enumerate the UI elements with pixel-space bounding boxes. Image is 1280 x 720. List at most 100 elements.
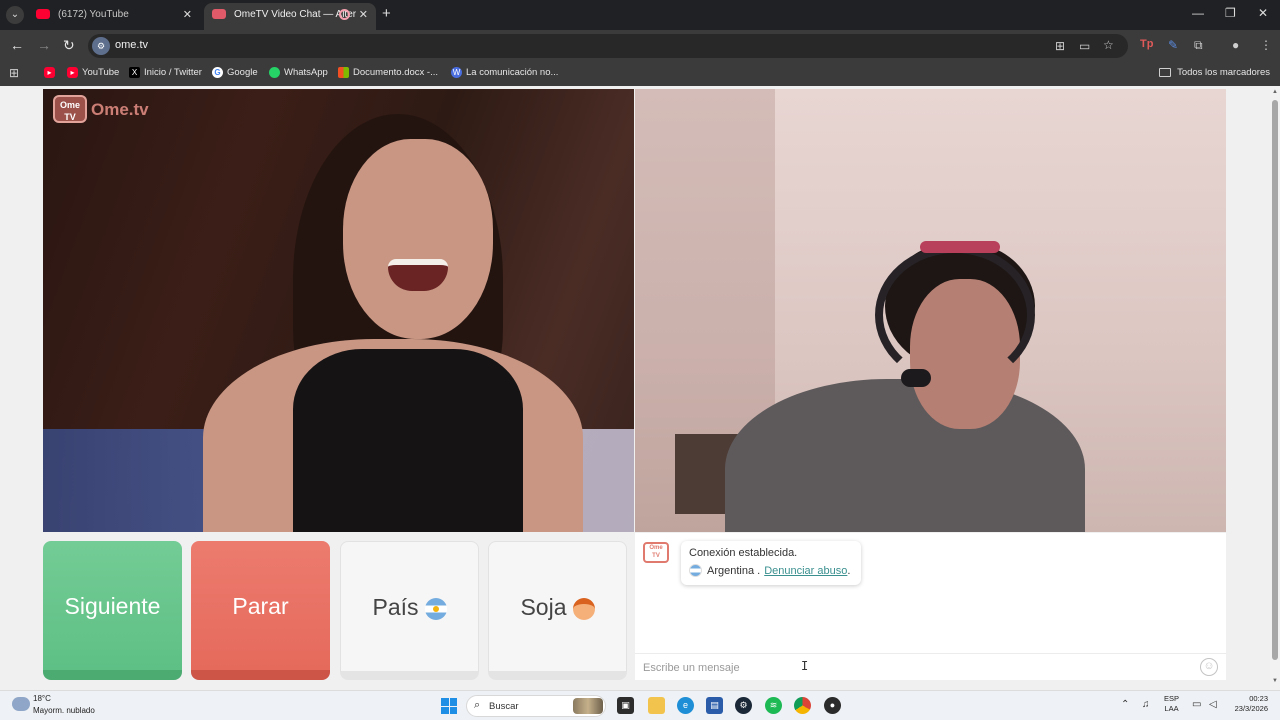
next-button[interactable]: Siguiente xyxy=(43,541,182,680)
tray-overflow-icon[interactable]: ⌃ xyxy=(1121,699,1129,710)
close-tab-icon[interactable]: ✕ xyxy=(183,3,192,27)
argentina-flag-icon xyxy=(424,597,447,620)
spotify-icon[interactable]: ≋ xyxy=(765,697,782,714)
chrome-icon[interactable] xyxy=(794,697,811,714)
windows-start-icon[interactable] xyxy=(441,698,457,714)
report-abuse-link[interactable]: Denunciar abuso xyxy=(764,565,847,577)
taskbar-search[interactable]: ⌕ Buscar xyxy=(466,695,606,717)
emoji-icon[interactable]: ☺ xyxy=(1200,658,1218,676)
tab-youtube[interactable]: (6172) YouTube ✕ xyxy=(28,3,200,30)
logo-text: Ome.tv xyxy=(91,100,149,119)
volume-icon[interactable]: ◁ xyxy=(1209,699,1217,710)
bookmark-comunicacion[interactable]: W La comunicación no... xyxy=(451,67,558,78)
browser-tab-bar: ⌄ (6172) YouTube ✕ OmeTV Video Chat — Al… xyxy=(0,0,1280,30)
stranger-country: Argentina . xyxy=(707,564,761,577)
office-icon xyxy=(338,67,349,78)
new-tab-button[interactable]: + xyxy=(382,5,391,22)
youtube-icon: ▸ xyxy=(44,67,55,78)
bookmark-document[interactable]: Documento.docx -... xyxy=(338,67,438,78)
apps-grid-icon[interactable]: ⊞ xyxy=(9,66,19,80)
cast-icon[interactable]: ▭ xyxy=(1079,39,1090,53)
tab-title: OmeTV Video Chat — Alter xyxy=(234,9,357,20)
stranger-dress xyxy=(293,349,523,532)
whatsapp-icon xyxy=(269,67,280,78)
network-icon[interactable]: ▭ xyxy=(1192,699,1201,710)
back-button[interactable]: ← xyxy=(10,37,24,53)
x-icon: X xyxy=(129,67,140,78)
minimize-button[interactable]: — xyxy=(1192,6,1204,20)
clock[interactable]: 00:23 23/3/2026 xyxy=(1226,694,1268,714)
country-filter-button[interactable]: País xyxy=(340,541,479,680)
close-window-button[interactable]: ✕ xyxy=(1258,6,1268,20)
connection-status: Conexión establecida. xyxy=(689,547,798,559)
input-language[interactable]: ESP LAA xyxy=(1164,694,1179,714)
stop-button[interactable]: Parar xyxy=(191,541,330,680)
page-scrollbar[interactable]: ▲ ▼ xyxy=(1270,86,1280,690)
close-tab-icon[interactable]: ✕ xyxy=(359,3,368,27)
ometv-icon xyxy=(212,9,226,19)
bookmarks-bar: ⊞ ▸ ▸ YouTube X Inicio / Twitter G Google W… xyxy=(0,62,1280,86)
weather-description: Mayorm. nublado xyxy=(33,706,95,715)
gender-label: Soja xyxy=(520,594,567,620)
menu-icon[interactable]: ⋮ xyxy=(1260,38,1272,52)
search-icon: ⌕ xyxy=(474,699,481,711)
headset-band xyxy=(920,241,1000,253)
text-cursor-icon: I xyxy=(801,659,809,673)
tab-title: (6172) YouTube xyxy=(58,9,129,20)
argentina-flag-icon xyxy=(689,564,702,577)
weather-cloud-icon[interactable] xyxy=(12,697,30,711)
site-info-icon[interactable]: ⚙ xyxy=(92,37,110,55)
country-label: País xyxy=(372,594,419,620)
store-icon[interactable]: ▤ xyxy=(706,697,723,714)
tab-search-button[interactable]: ⌄ xyxy=(6,6,24,24)
bookmark-google[interactable]: G Google xyxy=(212,67,258,78)
address-bar[interactable]: ⚙ ome.tv ⊞ ▭ ☆ xyxy=(88,34,1128,58)
tab-ometv[interactable]: OmeTV Video Chat — Alter ✕ xyxy=(204,3,376,30)
bookmark-whatsapp[interactable]: WhatsApp xyxy=(269,67,328,78)
url-text: ome.tv xyxy=(115,39,149,51)
maximize-button[interactable]: ❐ xyxy=(1225,6,1236,20)
app-icon[interactable]: ● xyxy=(824,697,841,714)
task-view-icon[interactable]: ▣ xyxy=(617,697,634,714)
bookmark-youtube[interactable]: ▸ YouTube xyxy=(67,67,119,78)
steam-icon[interactable]: ⚙ xyxy=(735,697,752,714)
bookmark-star-icon[interactable]: ☆ xyxy=(1103,38,1114,52)
google-icon: G xyxy=(212,67,223,78)
chat-panel: Ome TV Conexión establecida. Argentina .… xyxy=(635,533,1226,680)
scroll-thumb[interactable] xyxy=(1272,100,1278,660)
extension-red-icon[interactable]: Tp xyxy=(1140,38,1153,50)
scroll-down-icon[interactable]: ▼ xyxy=(1272,678,1278,684)
edge-icon[interactable]: e xyxy=(677,697,694,714)
message-input[interactable] xyxy=(643,660,1183,676)
forward-button[interactable]: → xyxy=(37,37,51,53)
own-camera-video xyxy=(635,89,1226,532)
folder-icon xyxy=(1159,68,1172,77)
extension-blue-icon[interactable]: ✎ xyxy=(1168,38,1178,52)
youtube-icon xyxy=(36,9,50,19)
all-bookmarks[interactable]: Todos los marcadores xyxy=(1159,67,1270,78)
reload-button[interactable]: ↻ xyxy=(63,37,75,54)
file-explorer-icon[interactable] xyxy=(648,697,665,714)
page-content: Ome TV Ome.tv Siguiente Parar País Soja … xyxy=(0,86,1270,690)
user-torso xyxy=(725,379,1085,532)
profile-avatar[interactable]: ● xyxy=(1232,38,1239,52)
headset xyxy=(875,245,1035,385)
bookmark-twitter[interactable]: X Inicio / Twitter xyxy=(129,67,202,78)
weather-temperature: 18°C xyxy=(33,694,51,703)
browser-toolbar: ← → ↻ ⚙ ome.tv ⊞ ▭ ☆ Tp ✎ ⧉ ● ⋮ xyxy=(0,30,1280,62)
report-suffix: . xyxy=(847,564,851,577)
system-message: Conexión establecida. Argentina . Denunc… xyxy=(681,541,861,585)
search-highlight-image xyxy=(573,698,603,714)
boy-emoji-icon xyxy=(572,597,595,620)
microphone-icon[interactable]: ♫ xyxy=(1142,699,1150,710)
gender-filter-button[interactable]: Soja xyxy=(488,541,627,680)
search-label: Buscar xyxy=(489,701,519,712)
stranger-video: Ome TV Ome.tv xyxy=(43,89,634,532)
extensions-icon[interactable]: ⧉ xyxy=(1194,38,1203,53)
tv-logo-icon: Ome TV xyxy=(53,95,87,123)
message-input-bar: I ☺ xyxy=(635,653,1226,680)
scroll-up-icon[interactable]: ▲ xyxy=(1272,89,1278,95)
headset-mic xyxy=(901,369,931,387)
translate-icon[interactable]: ⊞ xyxy=(1055,39,1065,53)
wordpress-icon: W xyxy=(451,67,462,78)
